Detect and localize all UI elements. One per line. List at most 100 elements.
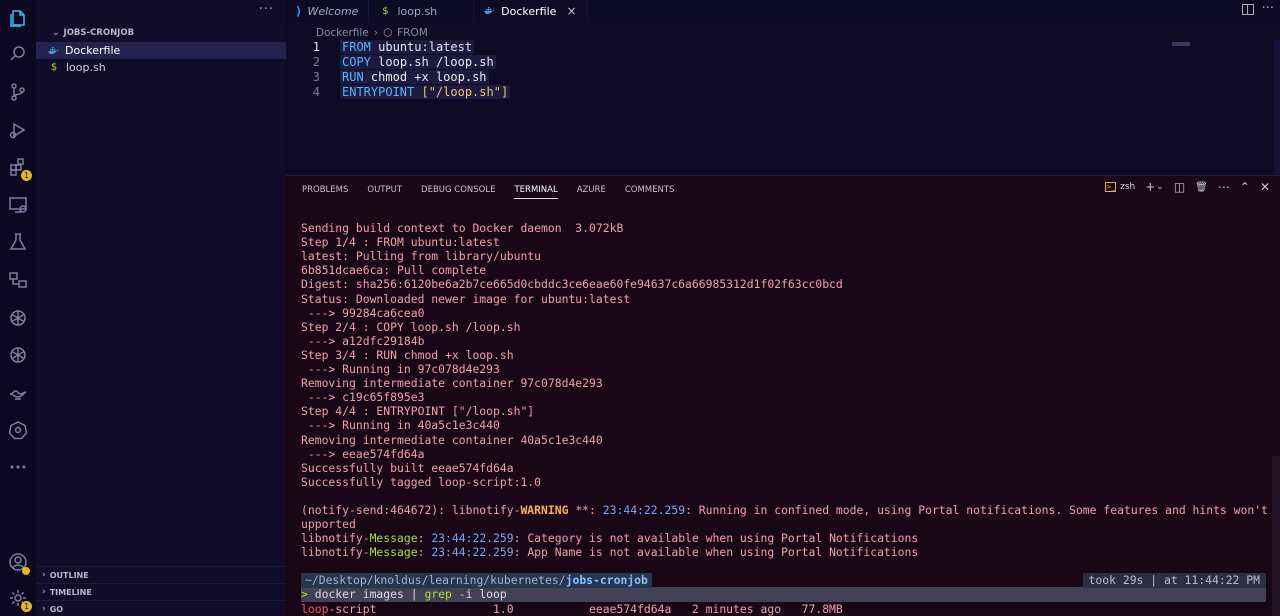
panel-actions: >_ zsh + ⌄ ◫ 🗑 ⋯ ⌃ ✕: [1105, 180, 1270, 194]
message-prefix: libnotify-: [301, 545, 370, 560]
line-number: 3: [312, 70, 320, 84]
message-label: Message: [369, 531, 418, 546]
chevron-down-icon[interactable]: ⌄: [1156, 182, 1164, 192]
timeline-section-label: TIMELINE: [49, 587, 92, 597]
terminal-line: libnotify-Message: 23:44:22.259: App Nam…: [301, 545, 1266, 559]
terminal-scrollbar[interactable]: [1272, 456, 1280, 616]
editor-scrollbar[interactable]: [1274, 40, 1280, 174]
terminal-line: Removing intermediate container 40a5c1e3…: [301, 432, 603, 447]
shell-name[interactable]: zsh: [1120, 182, 1135, 192]
kubernetes-icon[interactable]: [6, 418, 30, 442]
editor-more-icon[interactable]: ···: [1262, 1, 1274, 16]
message-time: 23:44:22.259: [431, 545, 514, 560]
terminal-line: ---> eeae574fd64a: [301, 446, 425, 461]
search-icon[interactable]: [6, 42, 30, 66]
code-keyword: FROM: [342, 40, 371, 54]
new-terminal-icon[interactable]: +: [1145, 180, 1155, 194]
breadcrumb-symbol[interactable]: FROM: [397, 27, 428, 39]
code-editor[interactable]: 1 FROM ubuntu:latest 2 COPY loop.sh /loo…: [286, 40, 1280, 174]
remote-explorer-icon[interactable]: [6, 193, 30, 217]
tab-output[interactable]: OUTPUT: [367, 181, 402, 199]
go-section[interactable]: › GO: [36, 600, 286, 616]
notify-prefix: (notify-send:464672): libnotify-: [301, 502, 521, 517]
tab-loop-sh[interactable]: $ loop.sh: [369, 0, 475, 22]
command-line: > docker images | grep -i loop: [301, 587, 1266, 602]
message-sep: :: [417, 545, 432, 560]
settings-badge: 1: [21, 601, 32, 612]
terminal-line: 6b851dcae6ca: Pull complete: [301, 263, 487, 278]
editor-tabs: ⟩ Welcome $ loop.sh Dockerfile × ···: [286, 0, 1280, 22]
notify-text: : Running in confined mode, using Portal…: [685, 502, 1280, 517]
message-prefix: libnotify-: [301, 531, 370, 546]
command-args: -i loop: [451, 587, 507, 602]
explorer-sidebar: ··· ⌄ JOBS-CRONJOB Dockerfile $ loop.sh …: [36, 0, 286, 616]
chevron-right-icon: ›: [42, 604, 46, 614]
notify-warning: WARNING: [520, 502, 569, 517]
split-editor-icon[interactable]: [1242, 4, 1254, 15]
symbol-icon: ⬡: [382, 27, 393, 39]
terminal-line: ---> a12dfc29184b: [301, 333, 425, 348]
outline-section[interactable]: › OUTLINE: [36, 566, 286, 583]
terminal-line: Step 4/4 : ENTRYPOINT ["/loop.sh"]: [301, 404, 535, 419]
sidebar-more-icon[interactable]: ···: [259, 2, 274, 17]
file-item-dockerfile[interactable]: Dockerfile: [36, 42, 286, 59]
extensions-icon[interactable]: 1: [6, 155, 32, 181]
trash-icon[interactable]: 🗑: [1195, 182, 1208, 193]
workspace-folder[interactable]: ⌄ JOBS-CRONJOB: [36, 24, 286, 42]
run-debug-icon[interactable]: [6, 118, 30, 142]
terminal-line: Step 3/4 : RUN chmod +x loop.sh: [301, 347, 514, 362]
terminal-line: (notify-send:464672): libnotify-WARNING …: [301, 502, 1280, 517]
more-icon[interactable]: ⋯: [1218, 180, 1230, 194]
shell-icon: $: [50, 62, 58, 73]
accounts-icon[interactable]: [6, 550, 30, 575]
terminal-line: ---> Running in 97c078d4e293: [301, 362, 500, 377]
tab-azure[interactable]: AZURE: [577, 181, 606, 199]
tab-debug-console[interactable]: DEBUG CONSOLE: [421, 181, 495, 199]
containers-icon[interactable]: [6, 268, 30, 292]
terminal-icon: >_: [1105, 182, 1117, 192]
tab-terminal[interactable]: TERMINAL: [514, 181, 558, 199]
code-text: RUN chmod +x loop.sh: [322, 70, 489, 85]
tab-comments[interactable]: COMMENTS: [625, 181, 675, 199]
workspace-folder-label: JOBS-CRONJOB: [63, 28, 135, 38]
tab-problems[interactable]: PROBLEMS: [302, 181, 348, 199]
explorer-icon[interactable]: [6, 6, 30, 30]
genie-lamp-icon[interactable]: [6, 381, 30, 405]
bottom-panel: PROBLEMS OUTPUT DEBUG CONSOLE TERMINAL A…: [286, 175, 1280, 616]
prompt-path-prefix: ~/Desktop/knoldus/learning/kubernetes/: [305, 573, 566, 588]
code-keyword: RUN: [342, 70, 364, 84]
code-line: 3 RUN chmod +x loop.sh: [286, 70, 1280, 85]
terminal-output[interactable]: Sending build context to Docker daemon 3…: [301, 207, 1280, 616]
code-argument: chmod +x loop.sh: [370, 70, 487, 84]
code-line: 4 ENTRYPOINT ["/loop.sh"]: [286, 85, 1280, 100]
close-panel-icon[interactable]: ✕: [1260, 180, 1270, 194]
tab-dockerfile[interactable]: Dockerfile ×: [474, 0, 588, 22]
result-rest: -script 1.0 eeae574fd64a 2 minutes ago 7…: [328, 601, 843, 616]
docker-icon: [48, 46, 59, 54]
testing-icon[interactable]: [6, 230, 30, 254]
message-sep: :: [417, 531, 432, 546]
more-icon[interactable]: [6, 455, 30, 479]
code-text: ENTRYPOINT ["/loop.sh"]: [322, 85, 511, 100]
line-number: 4: [312, 85, 320, 99]
terminal-line: Removing intermediate container 97c078d4…: [301, 376, 603, 391]
minimap[interactable]: [1172, 42, 1190, 46]
panel-tabs: PROBLEMS OUTPUT DEBUG CONSOLE TERMINAL A…: [302, 181, 674, 199]
tab-loop-sh-label: loop.sh: [397, 4, 438, 18]
split-terminal-icon[interactable]: ◫: [1174, 180, 1185, 194]
source-control-icon[interactable]: [6, 80, 30, 104]
file-label-dockerfile: Dockerfile: [65, 44, 121, 57]
maximize-panel-icon[interactable]: ⌃: [1240, 180, 1250, 194]
message-text: : Category is not available when using P…: [513, 531, 919, 546]
openai-icon-2[interactable]: [6, 343, 30, 367]
settings-gear-icon[interactable]: 1: [6, 586, 32, 612]
tab-welcome[interactable]: ⟩ Welcome: [286, 0, 370, 22]
openai-icon[interactable]: [6, 306, 30, 330]
file-item-loop-sh[interactable]: $ loop.sh: [36, 59, 286, 76]
code-keyword: ENTRYPOINT: [342, 85, 415, 99]
notify-sep: **:: [568, 502, 603, 517]
timeline-section[interactable]: › TIMELINE: [36, 583, 286, 600]
terminal-blank-line: ​: [301, 559, 1266, 573]
close-icon[interactable]: ×: [566, 4, 576, 18]
breadcrumb-file[interactable]: Dockerfile: [316, 27, 369, 39]
